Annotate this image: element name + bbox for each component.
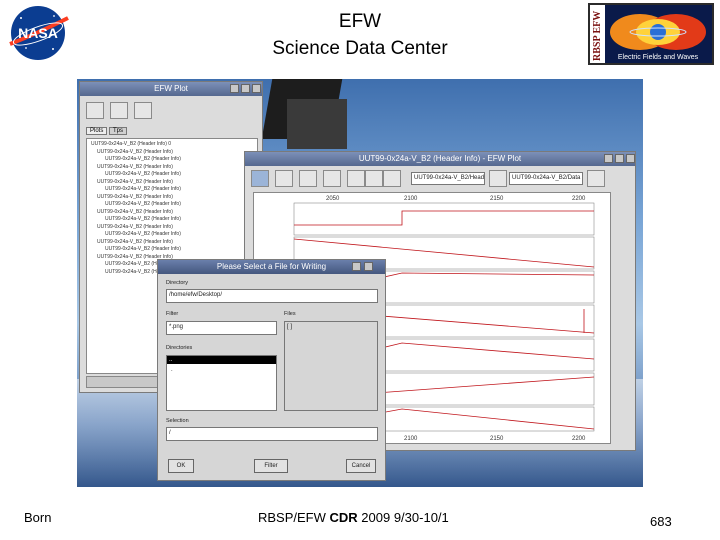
tree-item[interactable]: UUT99-0x24a-V_B2 (Header Info) [91, 239, 253, 247]
filter-label: Filter [166, 311, 179, 317]
software-screenshot: EFW Plot Plots Tps UUT99-0x24a-V_B2 (Hea… [77, 79, 643, 487]
axis-top-label-3: 2150 [490, 196, 504, 202]
directory-item[interactable]: . [167, 364, 276, 376]
footer-center-bold: CDR [329, 510, 358, 525]
header-field[interactable]: UUT99-0x24a-V_B2/Header [411, 172, 485, 185]
selection-input[interactable]: / [166, 427, 378, 441]
directories-label: Directories [166, 345, 193, 351]
zoom-out-icon[interactable] [383, 170, 401, 187]
close-button[interactable] [252, 84, 261, 93]
rbsp-efw-logo: RBSP EFW Electric Fields and Waves [588, 3, 714, 65]
directory-label: Directory [166, 280, 189, 286]
tab-tps[interactable]: Tps [109, 127, 128, 135]
tree-item[interactable]: UUT99-0x24a-V_B2 (Header Info) [91, 179, 253, 187]
cancel-button[interactable]: Cancel [346, 459, 376, 473]
tree-item[interactable]: UUT99-0x24a-V_B2 (Header Info) [91, 156, 253, 164]
ok-button[interactable]: OK [168, 459, 194, 473]
data-field[interactable]: UUT99-0x24a-V_B2/Data [509, 172, 583, 185]
tree-item[interactable]: UUT99-0x24a-V_B2 (Header Info) [91, 231, 253, 239]
maximize-button[interactable] [241, 84, 250, 93]
tree-item[interactable]: UUT99-0x24a-V_B2 (Header Info) [91, 209, 253, 217]
plot-window-titlebar[interactable]: UUT99-0x24a-V_B2 (Header Info) - EFW Plo… [245, 152, 635, 166]
save-icon[interactable] [251, 170, 269, 187]
tree-item[interactable]: UUT99-0x24a-V_B2 (Header Info) [91, 216, 253, 224]
clear-data-icon[interactable] [587, 170, 605, 187]
tab-plots[interactable]: Plots [86, 127, 108, 135]
tree-item[interactable]: UUT99-0x24a-V_B2 (Header Info) [91, 164, 253, 172]
footer-center-prefix: RBSP/EFW [258, 510, 330, 525]
footer-author: Born [24, 510, 52, 525]
footer-center: RBSP/EFW CDR 2009 9/30-10/1 [258, 510, 449, 525]
selection-label: Selection [166, 418, 189, 424]
files-label: Files [284, 311, 296, 317]
redo-icon[interactable] [323, 170, 341, 187]
print-icon[interactable] [275, 170, 293, 187]
axis-top-label-4: 2200 [572, 196, 586, 202]
save-icon[interactable] [86, 102, 104, 119]
close-button[interactable] [626, 154, 635, 163]
close-button[interactable] [364, 262, 373, 271]
fit-icon[interactable] [347, 170, 365, 187]
tree-item[interactable]: UUT99-0x24a-V_B2 (Header Info) [91, 171, 253, 179]
tree-item[interactable]: UUT99-0x24a-V_B2 (Header Info) [91, 224, 253, 232]
print-icon[interactable] [110, 102, 128, 119]
undo-icon[interactable] [299, 170, 317, 187]
files-list[interactable]: [ ] [284, 321, 378, 411]
dialog-titlebar[interactable]: Please Select a File for Writing [158, 260, 385, 274]
minimize-button[interactable] [604, 154, 613, 163]
tree-item[interactable]: UUT99-0x24a-V_B2 (Header Info) [91, 201, 253, 209]
page-number: 683 [650, 514, 672, 529]
maximize-button[interactable] [615, 154, 624, 163]
tree-item[interactable]: UUT99-0x24a-V_B2 (Header Info) [91, 246, 253, 254]
clear-header-icon[interactable] [489, 170, 507, 187]
filter-button[interactable]: Filter [254, 459, 288, 473]
tree-item[interactable]: UUT99-0x24a-V_B2 (Header Info) 0 [91, 141, 253, 149]
axis-top-label-2: 2100 [404, 196, 418, 202]
axis-bottom-label-2: 2150 [490, 436, 504, 442]
axis-bottom-label-3: 2200 [572, 436, 586, 442]
minimize-button[interactable] [230, 84, 239, 93]
svg-text:Electric Fields and Waves: Electric Fields and Waves [618, 54, 699, 61]
zoom-icon[interactable] [134, 102, 152, 119]
filter-input[interactable]: *.png [166, 321, 277, 335]
axis-bottom-label-1: 2100 [404, 436, 418, 442]
tree-item[interactable]: UUT99-0x24a-V_B2 (Header Info) [91, 186, 253, 194]
footer-center-suffix: 2009 9/30-10/1 [357, 510, 449, 525]
tree-item[interactable]: UUT99-0x24a-V_B2 (Header Info) [91, 194, 253, 202]
zoom-in-icon[interactable] [365, 170, 383, 187]
directories-list[interactable]: .. . [166, 355, 277, 411]
axis-top-label-1: 2050 [326, 196, 340, 202]
minimize-button[interactable] [352, 262, 361, 271]
select-file-dialog[interactable]: Please Select a File for Writing Directo… [157, 259, 386, 481]
svg-text:RBSP EFW: RBSP EFW [592, 11, 603, 61]
directory-item[interactable]: .. [167, 356, 276, 364]
directory-input[interactable]: /home/efw/Desktop/ [166, 289, 378, 303]
tree-item[interactable]: UUT99-0x24a-V_B2 (Header Info) [91, 149, 253, 157]
